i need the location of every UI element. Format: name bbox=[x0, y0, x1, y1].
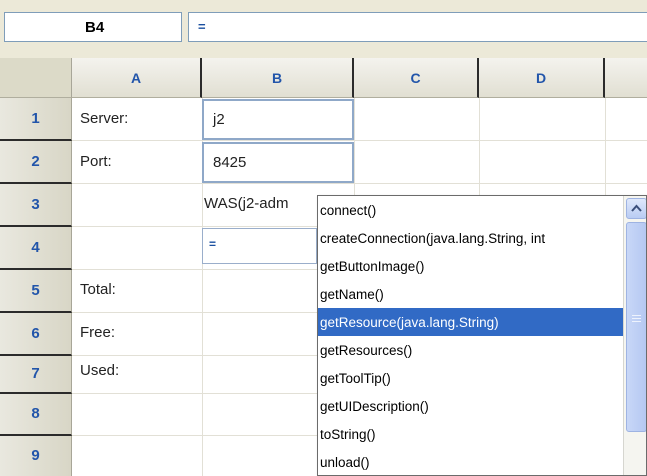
autocomplete-item[interactable]: getButtonImage() bbox=[318, 252, 623, 280]
row-header-2[interactable]: 2 bbox=[0, 141, 72, 184]
formula-input[interactable]: = bbox=[188, 12, 647, 42]
row-header-8[interactable]: 8 bbox=[0, 394, 72, 436]
cell-a2[interactable]: Port: bbox=[80, 153, 112, 170]
autocomplete-item[interactable]: getName() bbox=[318, 280, 623, 308]
row-header-5[interactable]: 5 bbox=[0, 270, 72, 313]
cell-b1[interactable]: j2 bbox=[202, 99, 354, 140]
cell-a1[interactable]: Server: bbox=[80, 110, 128, 127]
autocomplete-item[interactable]: unload() bbox=[318, 448, 623, 475]
formula-bar: B4 = bbox=[0, 0, 647, 48]
column-header-d[interactable]: D bbox=[479, 58, 605, 98]
row-header-9[interactable]: 9 bbox=[0, 436, 72, 476]
column-header-c[interactable]: C bbox=[354, 58, 479, 98]
autocomplete-item[interactable]: toString() bbox=[318, 420, 623, 448]
cell-b4-editor[interactable]: = bbox=[202, 228, 317, 264]
row-gridline bbox=[72, 140, 647, 141]
autocomplete-item-selected[interactable]: getResource(java.lang.String) bbox=[318, 308, 623, 336]
row-header-3[interactable]: 3 bbox=[0, 184, 72, 227]
autocomplete-item[interactable]: getResources() bbox=[318, 336, 623, 364]
cell-a7[interactable]: Used: bbox=[80, 362, 119, 379]
autocomplete-item[interactable]: connect() bbox=[318, 196, 623, 224]
column-header-a[interactable]: A bbox=[72, 58, 202, 98]
autocomplete-popup: connect() createConnection(java.lang.Str… bbox=[317, 195, 647, 476]
cell-a5[interactable]: Total: bbox=[80, 281, 116, 298]
row-header-1[interactable]: 1 bbox=[0, 98, 72, 141]
cell-a6[interactable]: Free: bbox=[80, 324, 115, 341]
row-header-7[interactable]: 7 bbox=[0, 356, 72, 394]
select-all-corner[interactable] bbox=[0, 58, 72, 98]
popup-scrollbar[interactable] bbox=[623, 196, 646, 475]
cell-b3[interactable]: WAS(j2-adm bbox=[204, 195, 317, 212]
autocomplete-item[interactable]: getUIDescription() bbox=[318, 392, 623, 420]
row-header-4[interactable]: 4 bbox=[0, 227, 72, 270]
row-gridline bbox=[72, 183, 647, 184]
column-header-e[interactable] bbox=[605, 58, 647, 98]
column-header-b[interactable]: B bbox=[202, 58, 354, 98]
scroll-up-button[interactable] bbox=[626, 198, 646, 219]
cell-b2[interactable]: 8425 bbox=[202, 142, 354, 183]
row-header-6[interactable]: 6 bbox=[0, 313, 72, 356]
name-box[interactable]: B4 bbox=[4, 12, 182, 42]
chevron-up-icon bbox=[631, 204, 642, 212]
autocomplete-item[interactable]: getToolTip() bbox=[318, 364, 623, 392]
scroll-thumb[interactable] bbox=[626, 222, 646, 432]
autocomplete-item[interactable]: createConnection(java.lang.String, int bbox=[318, 224, 623, 252]
